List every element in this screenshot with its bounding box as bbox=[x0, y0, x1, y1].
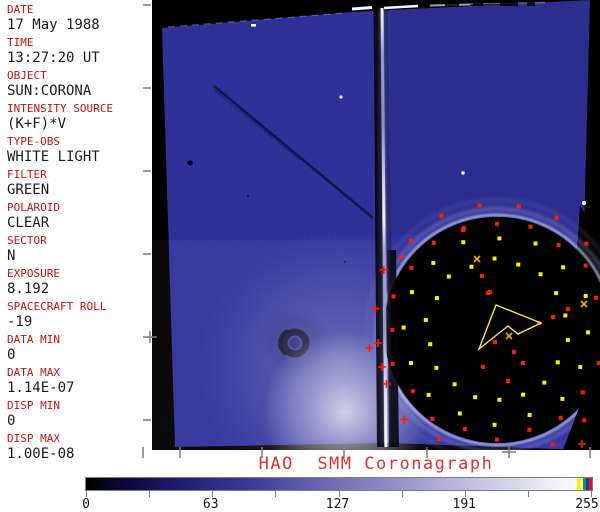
image-title: HAO SMM Coronagraph bbox=[258, 454, 494, 474]
field-label: EXPOSURE bbox=[7, 267, 60, 280]
metadata-field-date: DATE 17 May 1988 bbox=[7, 3, 147, 34]
field-value: (K+F)*V bbox=[7, 116, 67, 132]
colorbar-stripe bbox=[589, 478, 592, 490]
metadata-field-object: OBJECT SUN:CORONA bbox=[7, 69, 147, 100]
field-value: N bbox=[7, 248, 16, 264]
colorbar bbox=[85, 477, 593, 491]
metadata-field-disp-min: DISP MIN 0 bbox=[7, 399, 147, 430]
field-label: OBJECT bbox=[7, 69, 47, 82]
metadata-field-disp-max: DISP MAX 1.00E-08 bbox=[7, 432, 147, 463]
field-value: 8.192 bbox=[7, 281, 50, 297]
colorbar-label-127: 127 bbox=[325, 497, 350, 512]
field-label: SPACECRAFT ROLL bbox=[7, 300, 107, 313]
metadata-field-polaroid: POLAROID CLEAR bbox=[7, 201, 147, 232]
field-value: SUN:CORONA bbox=[7, 83, 92, 99]
field-label: POLAROID bbox=[7, 201, 60, 214]
metadata-field-time: TIME 13:27:20 UT bbox=[7, 36, 147, 67]
metadata-field-exposure: EXPOSURE 8.192 bbox=[7, 267, 147, 298]
colorbar-label-255: 255 bbox=[575, 497, 599, 512]
field-label: DATE bbox=[7, 3, 34, 16]
metadata-field-data-max: DATA MAX 1.14E-07 bbox=[7, 366, 147, 397]
field-value: 1.14E-07 bbox=[7, 380, 75, 396]
colorbar-label-0: 0 bbox=[82, 497, 90, 512]
colorbar-label-191: 191 bbox=[452, 497, 476, 512]
colorbar-label-63: 63 bbox=[202, 497, 219, 512]
metadata-field-intensity-source: INTENSITY SOURCE (K+F)*V bbox=[7, 102, 147, 133]
metadata-field-type-obs: TYPE-OBS WHITE LIGHT bbox=[7, 135, 147, 166]
field-value: GREEN bbox=[7, 182, 50, 198]
film-texture bbox=[160, 15, 385, 245]
field-value: CLEAR bbox=[7, 215, 50, 231]
dust-speck bbox=[187, 160, 193, 166]
field-value: 0 bbox=[7, 413, 16, 429]
field-value: 0 bbox=[7, 347, 16, 363]
field-label: DISP MAX bbox=[7, 432, 60, 445]
field-label: DATA MIN bbox=[7, 333, 60, 346]
metadata-field-spacecraft-roll: SPACECRAFT ROLL -19 bbox=[7, 300, 147, 331]
metadata-field-filter: FILTER GREEN bbox=[7, 168, 147, 199]
field-label: DISP MIN bbox=[7, 399, 60, 412]
colorbar-tick bbox=[401, 491, 403, 497]
field-value: 13:27:20 UT bbox=[7, 50, 100, 66]
metadata-field-sector: SECTOR N bbox=[7, 234, 147, 265]
field-label: TIME bbox=[7, 36, 34, 49]
field-value: -19 bbox=[7, 314, 33, 330]
metadata-sidebar: DATE 17 May 1988 TIME 13:27:20 UT OBJECT SUN:… bbox=[0, 0, 148, 512]
colorbar-tick bbox=[275, 491, 277, 497]
colorbar-tick bbox=[527, 491, 529, 497]
colorbar-tick bbox=[149, 491, 151, 497]
field-label: DATA MAX bbox=[7, 366, 60, 379]
field-value: 1.00E-08 bbox=[7, 446, 75, 462]
metadata-field-data-min: DATA MIN 0 bbox=[7, 333, 147, 364]
field-label: SECTOR bbox=[7, 234, 47, 247]
field-label: INTENSITY SOURCE bbox=[7, 102, 113, 115]
field-label: TYPE-OBS bbox=[7, 135, 60, 148]
field-value: 17 May 1988 bbox=[7, 17, 100, 33]
field-value: WHITE LIGHT bbox=[7, 149, 100, 165]
field-label: FILTER bbox=[7, 168, 47, 181]
app-window: DATE 17 May 1988 TIME 13:27:20 UT OBJECT SUN:… bbox=[0, 0, 600, 512]
occulting-disk bbox=[384, 217, 600, 443]
